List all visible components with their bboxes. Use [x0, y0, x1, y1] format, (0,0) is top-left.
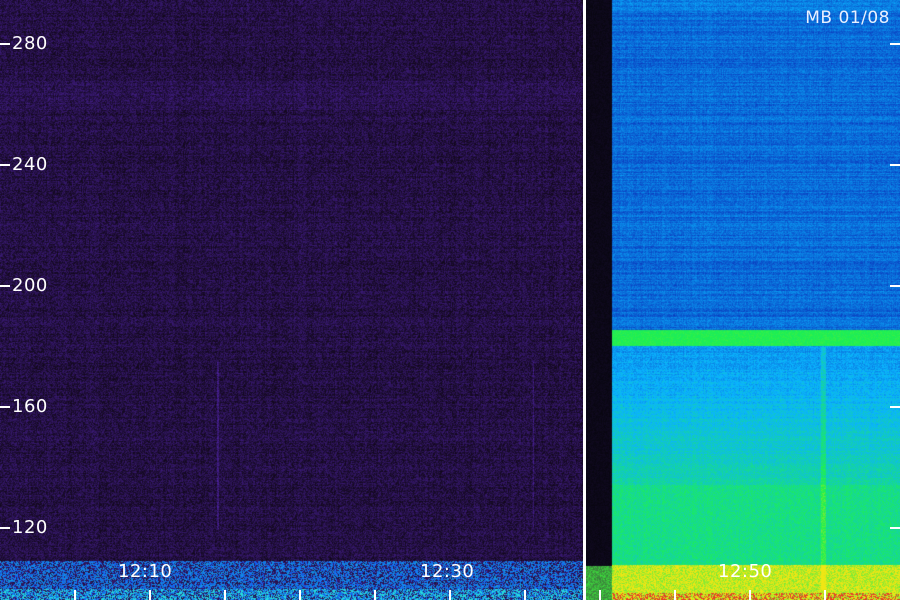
y-tick: [0, 406, 10, 408]
y-tick-right: [890, 406, 900, 408]
y-tick-right: [890, 164, 900, 166]
x-tick: [824, 590, 826, 600]
x-tick: [674, 590, 676, 600]
station-date-stamp: MB 01/08: [805, 8, 890, 28]
y-tick: [0, 164, 10, 166]
y-tick-right: [890, 527, 900, 529]
y-tick: [0, 285, 10, 287]
x-tick: [74, 590, 76, 600]
spectrogram-canvas: [0, 0, 900, 600]
y-label-160: 160: [12, 396, 48, 417]
x-label-1210: 12:10: [118, 561, 173, 582]
x-tick: [749, 590, 751, 600]
y-label-120: 120: [12, 517, 48, 538]
x-tick: [224, 590, 226, 600]
y-tick-right: [890, 43, 900, 45]
x-label-1250: 12:50: [718, 561, 773, 582]
x-tick: [599, 590, 601, 600]
y-tick: [0, 43, 10, 45]
x-tick: [149, 590, 151, 600]
y-tick: [0, 527, 10, 529]
x-label-1230: 12:30: [420, 561, 475, 582]
y-tick-right: [890, 285, 900, 287]
y-label-280: 280: [12, 33, 48, 54]
x-tick: [449, 590, 451, 600]
x-tick: [374, 590, 376, 600]
x-tick: [524, 590, 526, 600]
y-label-240: 240: [12, 154, 48, 175]
y-label-200: 200: [12, 275, 48, 296]
x-tick: [299, 590, 301, 600]
time-divider-line: [583, 0, 586, 600]
spectrogram-viewer: MB 01/08 280 240 200 160 120 12:10 12:30…: [0, 0, 900, 600]
